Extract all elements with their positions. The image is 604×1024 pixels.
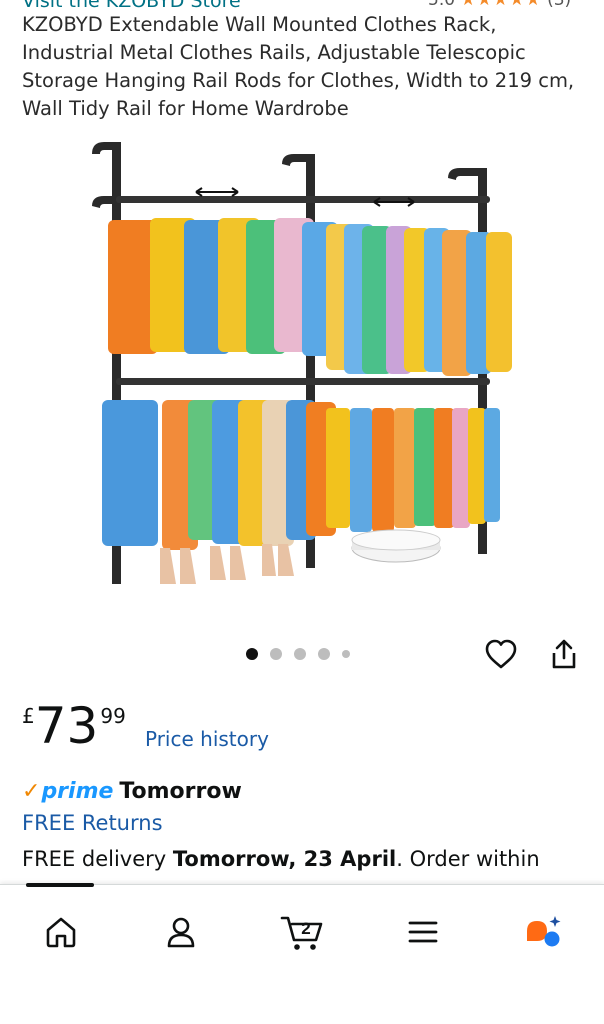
pagination-dot[interactable] [270, 648, 282, 660]
rating-stars-icon: ★★★★★ [460, 0, 542, 10]
cart-icon: 2 [280, 916, 323, 950]
rufus-icon [527, 916, 561, 947]
nav-account[interactable] [156, 907, 206, 957]
price-currency: £ [22, 704, 35, 728]
home-icon [46, 917, 76, 948]
share-icon [552, 639, 576, 669]
menu-icon [408, 921, 438, 943]
delivery-suffix: . Order within [396, 847, 540, 871]
prime-logo: ✓ prime [22, 779, 113, 804]
product-title: KZOBYD Extendable Wall Mounted Clothes R… [22, 13, 575, 120]
bottom-navigation: 2 [0, 883, 604, 1024]
price-whole: 73 [34, 697, 99, 755]
nav-menu[interactable] [398, 907, 448, 957]
price-fraction: 99 [100, 704, 126, 728]
pagination-dot[interactable] [318, 648, 330, 660]
delivery-prefix: FREE delivery [22, 847, 173, 871]
heart-icon [485, 639, 517, 669]
clothes-rack-illustration [92, 142, 512, 584]
image-pagination [246, 648, 350, 660]
free-returns-link[interactable]: FREE Returns [22, 811, 163, 835]
rating-count: (3) [547, 0, 572, 10]
nav-home[interactable] [36, 907, 86, 957]
prime-logo-text: prime [41, 779, 114, 804]
rating-value: 5.0 [428, 0, 456, 10]
delivery-info: FREE delivery Tomorrow, 23 April. Order … [22, 847, 540, 871]
wishlist-button[interactable] [481, 634, 521, 674]
prime-delivery-day: Tomorrow [119, 779, 242, 804]
pagination-dot[interactable] [294, 648, 306, 660]
price-history-link[interactable]: Price history [145, 727, 269, 751]
active-tab-indicator [26, 883, 94, 887]
nav-cart[interactable]: 2 [277, 907, 327, 957]
pagination-dot[interactable] [246, 648, 258, 660]
rating-summary[interactable]: 5.0 ★★★★★ (3) [428, 0, 571, 10]
person-icon [167, 917, 195, 948]
share-button[interactable] [544, 634, 584, 674]
cart-count-badge: 2 [301, 919, 310, 938]
delivery-date: Tomorrow, 23 April [172, 847, 397, 871]
prime-check-icon: ✓ [22, 779, 41, 804]
price: £ 73 99 [22, 696, 126, 756]
nav-rufus[interactable] [518, 907, 568, 957]
prime-delivery: ✓ prime Tomorrow [22, 779, 242, 804]
product-image[interactable] [0, 128, 604, 598]
pagination-dot[interactable] [342, 650, 350, 658]
